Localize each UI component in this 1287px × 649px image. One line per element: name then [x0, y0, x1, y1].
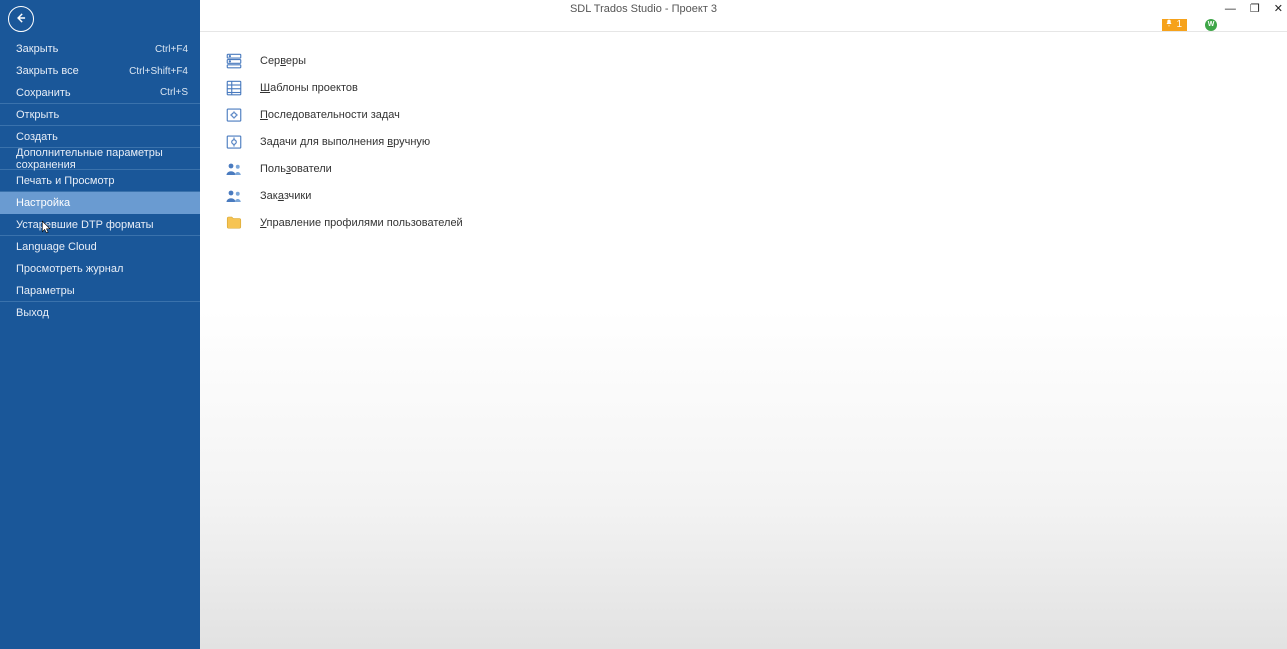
menu-item-language-cloud[interactable]: Language Cloud — [0, 236, 200, 258]
settings-item-label: Последовательности задач — [260, 109, 400, 121]
arrow-left-icon — [14, 11, 28, 28]
back-button[interactable] — [8, 6, 34, 32]
settings-item-manual-tasks[interactable]: Задачи для выполнения вручную — [224, 128, 1287, 155]
menu-item-close[interactable]: Закрыть Ctrl+F4 — [0, 38, 200, 60]
menu-label: Параметры — [16, 285, 75, 297]
templates-icon — [224, 78, 244, 98]
servers-icon — [224, 51, 244, 71]
menu-item-new[interactable]: Создать — [0, 126, 200, 148]
users-icon — [224, 159, 244, 179]
settings-item-label: Управление профилями пользователей — [260, 217, 463, 229]
menu-item-close-all[interactable]: Закрыть все Ctrl+Shift+F4 — [0, 60, 200, 82]
customers-icon — [224, 186, 244, 206]
menu-shortcut: Ctrl+Shift+F4 — [129, 66, 188, 77]
settings-item-label: Шаблоны проектов — [260, 82, 358, 94]
user-avatar[interactable]: W — [1205, 19, 1217, 31]
settings-item-label: Серверы — [260, 55, 306, 67]
manual-tasks-icon — [224, 132, 244, 152]
menu-item-legacy-dtp[interactable]: Устаревшие DTP форматы — [0, 214, 200, 236]
minimize-button[interactable]: — — [1225, 0, 1236, 18]
settings-item-label: Заказчики — [260, 190, 311, 202]
settings-item-customers[interactable]: Заказчики — [224, 182, 1287, 209]
settings-item-project-templates[interactable]: Шаблоны проектов — [224, 74, 1287, 101]
menu-item-adv-save[interactable]: Дополнительные параметры сохранения — [0, 148, 200, 170]
menu-shortcut: Ctrl+S — [160, 87, 188, 98]
menu-item-setup[interactable]: Настройка — [0, 192, 200, 214]
menu-item-exit[interactable]: Выход — [0, 302, 200, 324]
backstage-sidebar: Закрыть Ctrl+F4 Закрыть все Ctrl+Shift+F… — [0, 0, 200, 649]
window-title: SDL Trados Studio - Проект 3 — [570, 3, 717, 15]
menu-label: Закрыть все — [16, 65, 79, 77]
settings-item-user-profiles[interactable]: Управление профилями пользователей — [224, 209, 1287, 236]
notification-strip: 1 W — [200, 18, 1287, 32]
backstage-menu: Закрыть Ctrl+F4 Закрыть все Ctrl+Shift+F… — [0, 38, 200, 324]
notification-count: 1 — [1176, 19, 1182, 30]
menu-label: Просмотреть журнал — [16, 263, 123, 275]
settings-item-users[interactable]: Пользователи — [224, 155, 1287, 182]
window-controls: — ❐ ✕ — [1225, 0, 1283, 18]
notification-badge[interactable]: 1 — [1162, 19, 1187, 31]
menu-shortcut: Ctrl+F4 — [155, 44, 188, 55]
menu-label: Выход — [16, 307, 49, 319]
menu-label: Открыть — [16, 109, 59, 121]
bell-icon — [1165, 19, 1173, 30]
menu-label: Закрыть — [16, 43, 58, 55]
settings-item-servers[interactable]: Серверы — [224, 47, 1287, 74]
menu-item-open[interactable]: Открыть — [0, 104, 200, 126]
menu-item-print[interactable]: Печать и Просмотр — [0, 170, 200, 192]
menu-item-options[interactable]: Параметры — [0, 280, 200, 302]
settings-pane: Серверы Шаблоны проектов Последовательно… — [200, 33, 1287, 649]
menu-label: Настройка — [16, 197, 70, 209]
close-button[interactable]: ✕ — [1274, 0, 1283, 18]
user-initials: W — [1208, 21, 1215, 28]
menu-label: Сохранить — [16, 87, 71, 99]
menu-label: Печать и Просмотр — [16, 175, 115, 187]
settings-item-task-sequences[interactable]: Последовательности задач — [224, 101, 1287, 128]
menu-label: Создать — [16, 131, 58, 143]
menu-item-save[interactable]: Сохранить Ctrl+S — [0, 82, 200, 104]
settings-item-label: Задачи для выполнения вручную — [260, 136, 430, 148]
task-sequence-icon — [224, 105, 244, 125]
menu-label: Language Cloud — [16, 241, 97, 253]
menu-label: Дополнительные параметры сохранения — [16, 147, 188, 171]
menu-item-view-log[interactable]: Просмотреть журнал — [0, 258, 200, 280]
settings-item-label: Пользователи — [260, 163, 332, 175]
maximize-button[interactable]: ❐ — [1250, 0, 1260, 18]
menu-label: Устаревшие DTP форматы — [16, 219, 154, 231]
folder-icon — [224, 213, 244, 233]
